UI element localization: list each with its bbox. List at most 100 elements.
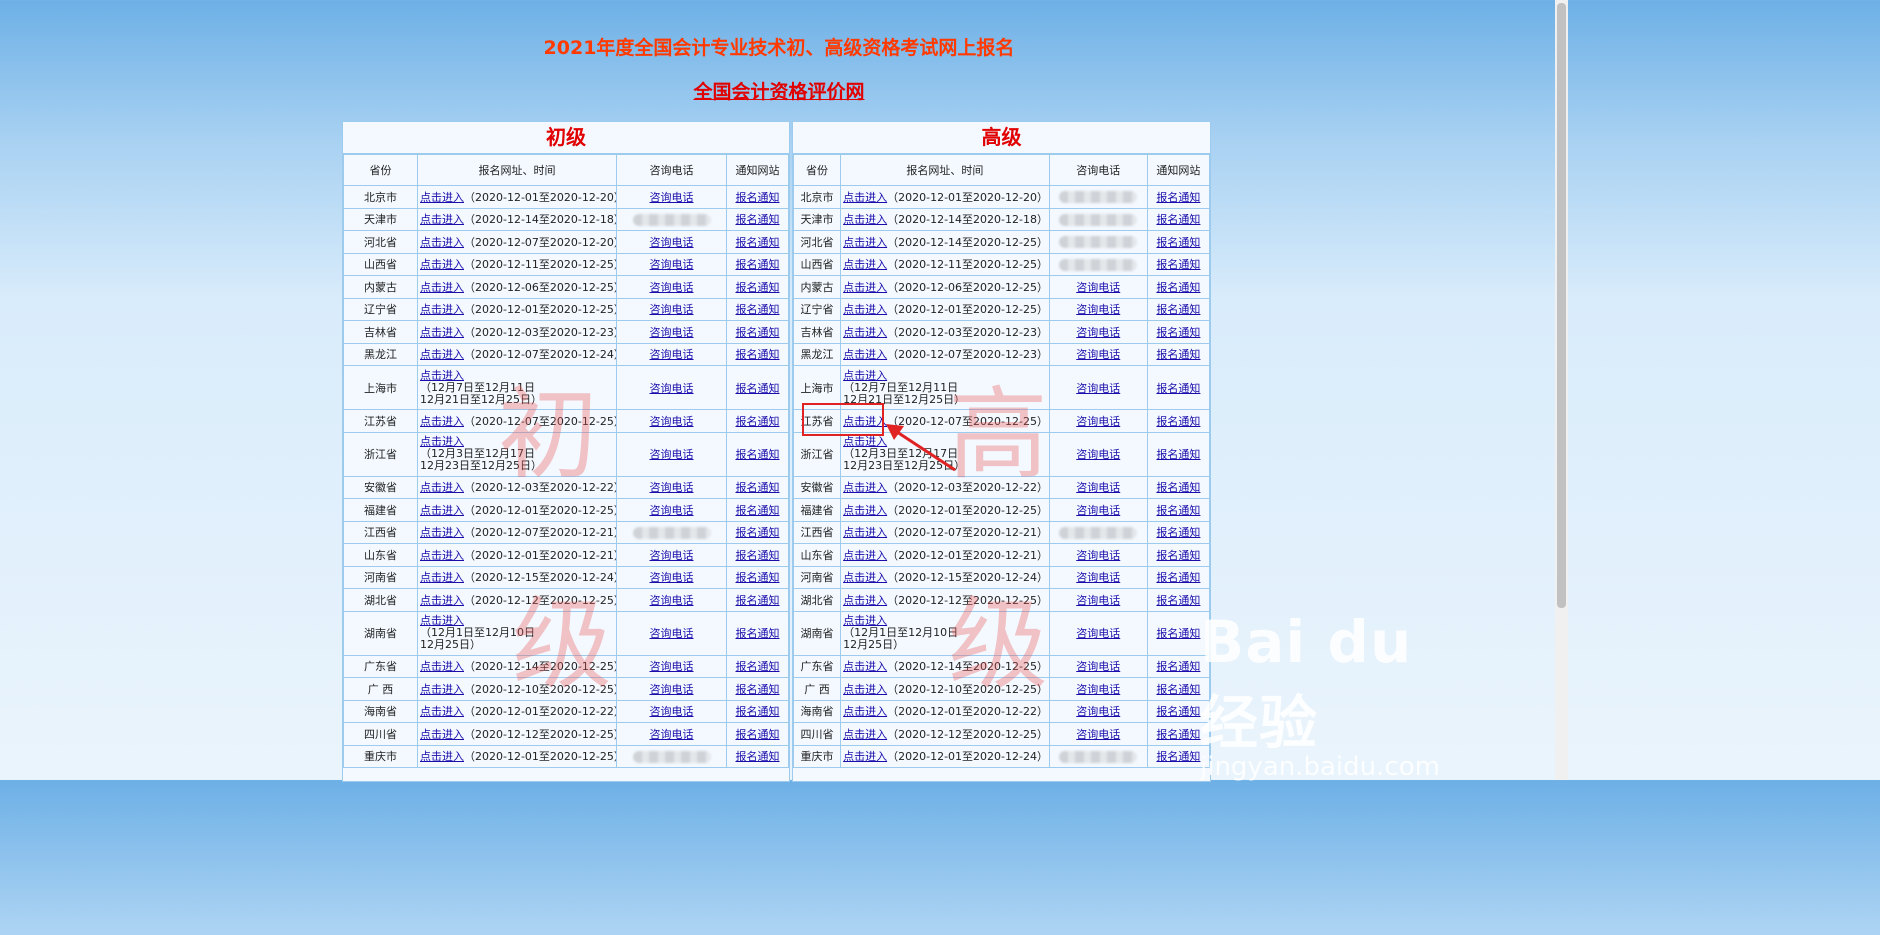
enter-registration-link[interactable]: 点击进入 bbox=[843, 191, 887, 204]
consult-phone-link[interactable]: 咨询电话 bbox=[1076, 728, 1120, 741]
enter-registration-link[interactable]: 点击进入 bbox=[420, 705, 464, 718]
registration-notice-link[interactable]: 报名通知 bbox=[736, 683, 780, 696]
enter-registration-link[interactable]: 点击进入 bbox=[843, 326, 887, 339]
registration-notice-link[interactable]: 报名通知 bbox=[736, 213, 780, 226]
enter-registration-link[interactable]: 点击进入 bbox=[420, 526, 464, 539]
enter-registration-link[interactable]: 点击进入 bbox=[420, 213, 464, 226]
consult-phone-link[interactable]: 咨询电话 bbox=[650, 594, 694, 607]
enter-registration-link[interactable]: 点击进入 bbox=[843, 571, 887, 584]
consult-phone-link[interactable]: 咨询电话 bbox=[1076, 594, 1120, 607]
enter-registration-link[interactable]: 点击进入 bbox=[843, 594, 887, 607]
registration-notice-link[interactable]: 报名通知 bbox=[1156, 448, 1200, 461]
registration-notice-link[interactable]: 报名通知 bbox=[736, 303, 780, 316]
registration-notice-link[interactable]: 报名通知 bbox=[1156, 213, 1200, 226]
registration-notice-link[interactable]: 报名通知 bbox=[1156, 191, 1200, 204]
consult-phone-link[interactable]: 咨询电话 bbox=[1076, 415, 1120, 428]
consult-phone-link[interactable]: 咨询电话 bbox=[650, 683, 694, 696]
consult-phone-link[interactable]: 咨询电话 bbox=[650, 660, 694, 673]
registration-notice-link[interactable]: 报名通知 bbox=[736, 236, 780, 249]
enter-registration-link[interactable]: 点击进入 bbox=[420, 258, 464, 271]
registration-notice-link[interactable]: 报名通知 bbox=[736, 728, 780, 741]
registration-notice-link[interactable]: 报名通知 bbox=[1156, 382, 1200, 395]
registration-notice-link[interactable]: 报名通知 bbox=[1156, 594, 1200, 607]
consult-phone-link[interactable]: 咨询电话 bbox=[1076, 504, 1120, 517]
registration-notice-link[interactable]: 报名通知 bbox=[736, 348, 780, 361]
registration-notice-link[interactable]: 报名通知 bbox=[1156, 504, 1200, 517]
enter-registration-link[interactable]: 点击进入 bbox=[843, 481, 887, 494]
registration-notice-link[interactable]: 报名通知 bbox=[1156, 549, 1200, 562]
consult-phone-link[interactable]: 咨询电话 bbox=[1076, 571, 1120, 584]
registration-notice-link[interactable]: 报名通知 bbox=[1156, 526, 1200, 539]
enter-registration-link[interactable]: 点击进入 bbox=[843, 258, 887, 271]
enter-registration-link[interactable]: 点击进入 bbox=[843, 750, 887, 763]
registration-notice-link[interactable]: 报名通知 bbox=[736, 594, 780, 607]
enter-registration-link[interactable]: 点击进入 bbox=[843, 660, 887, 673]
consult-phone-link[interactable]: 咨询电话 bbox=[650, 281, 694, 294]
vertical-scrollbar[interactable] bbox=[1555, 0, 1568, 780]
consult-phone-link[interactable]: 咨询电话 bbox=[650, 326, 694, 339]
consult-phone-link[interactable]: 咨询电话 bbox=[650, 415, 694, 428]
consult-phone-link[interactable]: 咨询电话 bbox=[1076, 326, 1120, 339]
enter-registration-link[interactable]: 点击进入 bbox=[843, 213, 887, 226]
consult-phone-link[interactable]: 咨询电话 bbox=[650, 627, 694, 640]
registration-notice-link[interactable]: 报名通知 bbox=[1156, 236, 1200, 249]
consult-phone-link[interactable]: 咨询电话 bbox=[1076, 705, 1120, 718]
enter-registration-link[interactable]: 点击进入 bbox=[420, 683, 464, 696]
consult-phone-link[interactable]: 咨询电话 bbox=[650, 705, 694, 718]
enter-registration-link[interactable]: 点击进入 bbox=[420, 415, 464, 428]
registration-notice-link[interactable]: 报名通知 bbox=[1156, 481, 1200, 494]
enter-registration-link[interactable]: 点击进入 bbox=[420, 571, 464, 584]
enter-registration-link[interactable]: 点击进入 bbox=[843, 728, 887, 741]
enter-registration-link[interactable]: 点击进入 bbox=[420, 750, 464, 763]
consult-phone-link[interactable]: 咨询电话 bbox=[1076, 448, 1120, 461]
enter-registration-link[interactable]: 点击进入 bbox=[420, 348, 464, 361]
registration-notice-link[interactable]: 报名通知 bbox=[736, 750, 780, 763]
registration-notice-link[interactable]: 报名通知 bbox=[1156, 683, 1200, 696]
registration-notice-link[interactable]: 报名通知 bbox=[1156, 258, 1200, 271]
registration-notice-link[interactable]: 报名通知 bbox=[736, 549, 780, 562]
enter-registration-link[interactable]: 点击进入 bbox=[420, 594, 464, 607]
consult-phone-link[interactable]: 咨询电话 bbox=[1076, 549, 1120, 562]
consult-phone-link[interactable]: 咨询电话 bbox=[1076, 281, 1120, 294]
evaluation-site-link[interactable]: 全国会计资格评价网 bbox=[693, 81, 864, 103]
enter-registration-link[interactable]: 点击进入 bbox=[843, 236, 887, 249]
registration-notice-link[interactable]: 报名通知 bbox=[736, 571, 780, 584]
registration-notice-link[interactable]: 报名通知 bbox=[1156, 728, 1200, 741]
registration-notice-link[interactable]: 报名通知 bbox=[736, 660, 780, 673]
enter-registration-link[interactable]: 点击进入 bbox=[420, 326, 464, 339]
registration-notice-link[interactable]: 报名通知 bbox=[1156, 627, 1200, 640]
registration-notice-link[interactable]: 报名通知 bbox=[1156, 348, 1200, 361]
consult-phone-link[interactable]: 咨询电话 bbox=[650, 303, 694, 316]
registration-notice-link[interactable]: 报名通知 bbox=[1156, 705, 1200, 718]
consult-phone-link[interactable]: 咨询电话 bbox=[650, 504, 694, 517]
enter-registration-link[interactable]: 点击进入 bbox=[843, 526, 887, 539]
registration-notice-link[interactable]: 报名通知 bbox=[736, 481, 780, 494]
scrollbar-thumb[interactable] bbox=[1557, 3, 1566, 608]
consult-phone-link[interactable]: 咨询电话 bbox=[650, 448, 694, 461]
registration-notice-link[interactable]: 报名通知 bbox=[736, 415, 780, 428]
consult-phone-link[interactable]: 咨询电话 bbox=[1076, 481, 1120, 494]
enter-registration-link[interactable]: 点击进入 bbox=[420, 504, 464, 517]
consult-phone-link[interactable]: 咨询电话 bbox=[1076, 348, 1120, 361]
consult-phone-link[interactable]: 咨询电话 bbox=[1076, 660, 1120, 673]
enter-registration-link[interactable]: 点击进入 bbox=[420, 236, 464, 249]
enter-registration-link[interactable]: 点击进入 bbox=[843, 683, 887, 696]
enter-registration-link[interactable]: 点击进入 bbox=[420, 281, 464, 294]
consult-phone-link[interactable]: 咨询电话 bbox=[650, 191, 694, 204]
enter-registration-link[interactable]: 点击进入 bbox=[420, 191, 464, 204]
enter-registration-link[interactable]: 点击进入 bbox=[420, 660, 464, 673]
registration-notice-link[interactable]: 报名通知 bbox=[736, 504, 780, 517]
consult-phone-link[interactable]: 咨询电话 bbox=[650, 481, 694, 494]
consult-phone-link[interactable]: 咨询电话 bbox=[1076, 627, 1120, 640]
consult-phone-link[interactable]: 咨询电话 bbox=[1076, 683, 1120, 696]
registration-notice-link[interactable]: 报名通知 bbox=[736, 326, 780, 339]
registration-notice-link[interactable]: 报名通知 bbox=[736, 526, 780, 539]
consult-phone-link[interactable]: 咨询电话 bbox=[650, 348, 694, 361]
consult-phone-link[interactable]: 咨询电话 bbox=[650, 549, 694, 562]
registration-notice-link[interactable]: 报名通知 bbox=[1156, 571, 1200, 584]
registration-notice-link[interactable]: 报名通知 bbox=[1156, 281, 1200, 294]
registration-notice-link[interactable]: 报名通知 bbox=[736, 382, 780, 395]
registration-notice-link[interactable]: 报名通知 bbox=[1156, 750, 1200, 763]
enter-registration-link[interactable]: 点击进入 bbox=[420, 549, 464, 562]
consult-phone-link[interactable]: 咨询电话 bbox=[650, 571, 694, 584]
